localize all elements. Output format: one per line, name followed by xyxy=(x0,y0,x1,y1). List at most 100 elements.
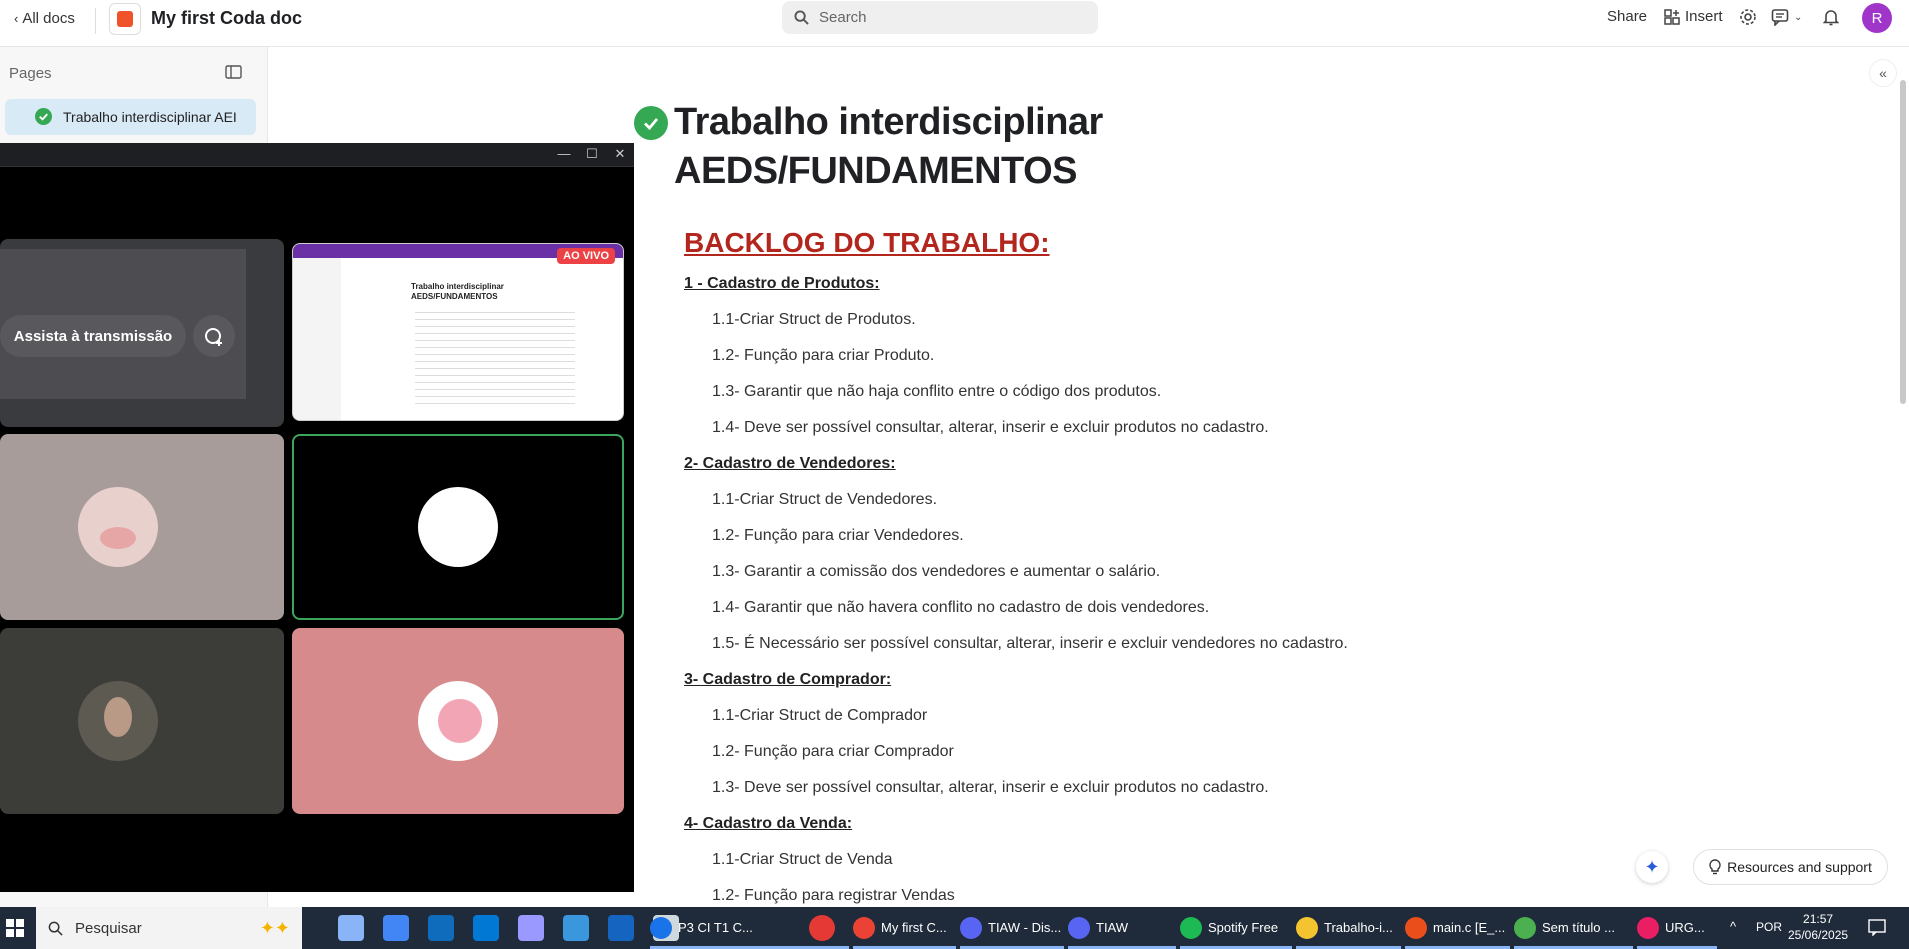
sidebar-item-trabalho[interactable]: Trabalho interdisciplinar AEI xyxy=(5,99,256,135)
tray-chevron-icon[interactable]: ^ xyxy=(1730,919,1736,934)
collapse-panel-button[interactable]: « xyxy=(1869,59,1897,87)
after-effects-icon[interactable] xyxy=(518,915,544,941)
gear-icon xyxy=(1740,9,1756,25)
watch-stream-button[interactable]: Assista à transmissão xyxy=(0,315,186,357)
list-item: 1.4- Garantir que não havera conflito no… xyxy=(712,599,1210,616)
windows-start-icon[interactable] xyxy=(6,919,24,942)
app-icon xyxy=(1068,917,1090,939)
app-icon xyxy=(1514,917,1536,939)
share-label: Share xyxy=(1607,8,1648,25)
list-item: 1.1-Criar Struct de Venda xyxy=(712,851,893,868)
section-heading: 3- Cadastro de Comprador: xyxy=(684,671,892,688)
list-item: 1.1-Criar Struct de Vendedores. xyxy=(712,491,938,508)
doc-title[interactable]: My first Coda doc xyxy=(151,8,302,29)
clock-date: 25/06/2025 xyxy=(1788,928,1849,942)
taskbar-app-button[interactable]: TIAW xyxy=(1068,907,1176,949)
notifications-button[interactable] xyxy=(1823,8,1839,26)
avatar xyxy=(418,487,498,567)
all-docs-label: All docs xyxy=(22,10,75,27)
share-button[interactable]: Share xyxy=(1607,8,1647,25)
taskbar-app-label: My first C... xyxy=(881,920,947,935)
copilot-icon[interactable] xyxy=(383,915,409,941)
bell-icon xyxy=(1823,10,1839,26)
taskbar-app-button[interactable]: My first C... xyxy=(853,907,956,949)
taskbar-app-label: URG... xyxy=(1665,920,1705,935)
store-icon[interactable] xyxy=(473,915,499,941)
app-icon[interactable] xyxy=(563,915,589,941)
stream-tile-preview[interactable]: Assista à transmissão xyxy=(0,239,284,427)
avatar[interactable]: R xyxy=(1862,3,1892,33)
app-icon xyxy=(853,917,875,939)
participant-tile[interactable] xyxy=(0,628,284,814)
minimize-icon[interactable]: — xyxy=(556,146,572,161)
taskbar-app-button[interactable]: Spotify Free xyxy=(1180,907,1292,949)
taskbar-search-placeholder: Pesquisar xyxy=(75,919,142,937)
taskbar-app-label: P3 CI T1 C... xyxy=(678,920,753,935)
window-titlebar[interactable]: — ☐ ✕ xyxy=(0,143,634,167)
chevron-left-icon: ‹ xyxy=(14,11,19,26)
discord-call-window: — ☐ ✕ Assista à transmissão Trabalho int… xyxy=(0,143,634,892)
list-item: 1.3- Deve ser possível consultar, altera… xyxy=(712,779,1269,796)
insert-label: Insert xyxy=(1685,8,1723,25)
list-item: 1.2- Função para criar Comprador xyxy=(712,743,954,760)
participant-tile[interactable] xyxy=(292,628,624,814)
list-item: 1.3- Garantir que não haja conflito entr… xyxy=(712,383,1162,400)
task-view-icon[interactable] xyxy=(338,915,364,941)
status-check-icon[interactable] xyxy=(634,106,668,140)
taskbar-app-label: Sem título ... xyxy=(1542,920,1615,935)
list-item: 1.1-Criar Struct de Comprador xyxy=(712,707,928,724)
taskbar-app-button[interactable]: P3 CI T1 C... xyxy=(650,907,849,949)
list-item: 1.3- Garantir a comissão dos vendedores … xyxy=(712,563,1161,580)
backlog-heading: BACKLOG DO TRABALHO: xyxy=(684,227,1050,258)
outlook-icon[interactable] xyxy=(428,915,454,941)
ai-assistant-button[interactable]: ✦ xyxy=(1636,851,1668,883)
taskbar-app-button[interactable]: TIAW - Dis... xyxy=(960,907,1064,949)
sidebar-toggle-icon[interactable] xyxy=(225,65,242,84)
resources-support-button[interactable]: Resources and support xyxy=(1693,849,1888,885)
avatar xyxy=(418,681,498,761)
taskbar-app-button[interactable]: main.c [E_... xyxy=(1405,907,1510,949)
chevron-down-icon: ⌄ xyxy=(1794,11,1803,23)
check-circle-icon xyxy=(35,108,52,125)
vscode-icon[interactable] xyxy=(608,915,634,941)
avatar xyxy=(78,681,158,761)
list-item: 1.4- Deve ser possível consultar, altera… xyxy=(712,419,1269,436)
search-input[interactable] xyxy=(819,9,1079,26)
all-docs-link[interactable]: ‹ All docs xyxy=(14,10,75,27)
doc-logo-icon[interactable] xyxy=(109,3,141,35)
scrollbar[interactable] xyxy=(1900,80,1906,404)
clock[interactable]: 21:57 25/06/2025 xyxy=(1788,911,1848,943)
page-title-line-1: Trabalho interdisciplinar xyxy=(674,101,1103,143)
top-bar: ‹ All docs My first Coda doc Share Inser… xyxy=(0,0,1909,47)
lightbulb-icon xyxy=(1709,859,1721,875)
screen-share-tile[interactable]: Trabalho interdisciplinar AEDS/FUNDAMENTO… xyxy=(292,243,624,421)
settings-button[interactable] xyxy=(1739,8,1757,26)
notification-center-icon[interactable] xyxy=(1868,918,1886,941)
pages-label: Pages xyxy=(9,65,52,82)
taskbar-app-label: Spotify Free xyxy=(1208,920,1279,935)
close-icon[interactable]: ✕ xyxy=(612,146,628,162)
divider xyxy=(95,8,96,34)
insert-button[interactable]: Insert xyxy=(1664,8,1723,25)
add-view-icon xyxy=(205,328,222,346)
taskbar-app-button[interactable]: URG... xyxy=(1637,907,1717,949)
app-icon xyxy=(650,917,672,939)
app-icon xyxy=(1405,917,1427,939)
join-stream-button[interactable] xyxy=(193,315,235,357)
taskbar-search[interactable]: Pesquisar ✦✦ xyxy=(36,907,302,949)
page-title[interactable]: Trabalho interdisciplinar AEDS/FUNDAMENT… xyxy=(674,98,1103,196)
list-item: 1.2- Função para criar Vendedores. xyxy=(712,527,964,544)
list-item: 1.2- Função para registrar Vendas xyxy=(712,887,955,904)
taskbar-app-button[interactable]: Sem título ... xyxy=(1514,907,1633,949)
comments-button[interactable]: ⌄ xyxy=(1771,8,1802,26)
participant-tile[interactable] xyxy=(0,434,284,620)
maximize-icon[interactable]: ☐ xyxy=(584,146,600,162)
participant-tile-speaking[interactable] xyxy=(292,434,624,620)
search-box[interactable] xyxy=(782,1,1098,34)
app-icon xyxy=(960,917,982,939)
taskbar-app-button[interactable]: Trabalho-i... xyxy=(1296,907,1401,949)
app-icon xyxy=(1637,917,1659,939)
language-indicator[interactable]: POR xyxy=(1756,920,1782,934)
list-item: 1.5- É Necessário ser possível consultar… xyxy=(712,635,1348,652)
comment-icon xyxy=(1771,9,1789,26)
